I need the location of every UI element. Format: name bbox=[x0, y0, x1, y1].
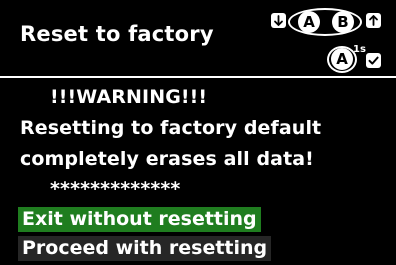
warning-stars: ************* bbox=[50, 178, 181, 200]
warning-line-1: Resetting to factory default bbox=[20, 117, 322, 139]
arrow-down-icon[interactable] bbox=[271, 13, 286, 28]
warning-line-2: completely erases all data! bbox=[20, 148, 314, 170]
proceed-with-resetting-option[interactable]: Proceed with resetting bbox=[18, 236, 272, 261]
button-b[interactable]: B bbox=[332, 11, 354, 33]
header-divider bbox=[0, 76, 396, 78]
confirm-button-a[interactable]: A bbox=[331, 48, 353, 70]
page-title: Reset to factory bbox=[20, 22, 214, 46]
long-press-label: 1s bbox=[353, 44, 366, 55]
arrow-up-icon[interactable] bbox=[366, 13, 381, 28]
button-a[interactable]: A bbox=[298, 11, 320, 33]
warning-heading: !!!WARNING!!! bbox=[50, 86, 208, 108]
checkmark-icon bbox=[366, 53, 381, 68]
exit-without-resetting-option[interactable]: Exit without resetting bbox=[18, 207, 261, 232]
header: Reset to factory A B A 1s bbox=[0, 0, 396, 76]
device-screen: Reset to factory A B A 1s !!!WARNING!!! bbox=[0, 0, 396, 265]
